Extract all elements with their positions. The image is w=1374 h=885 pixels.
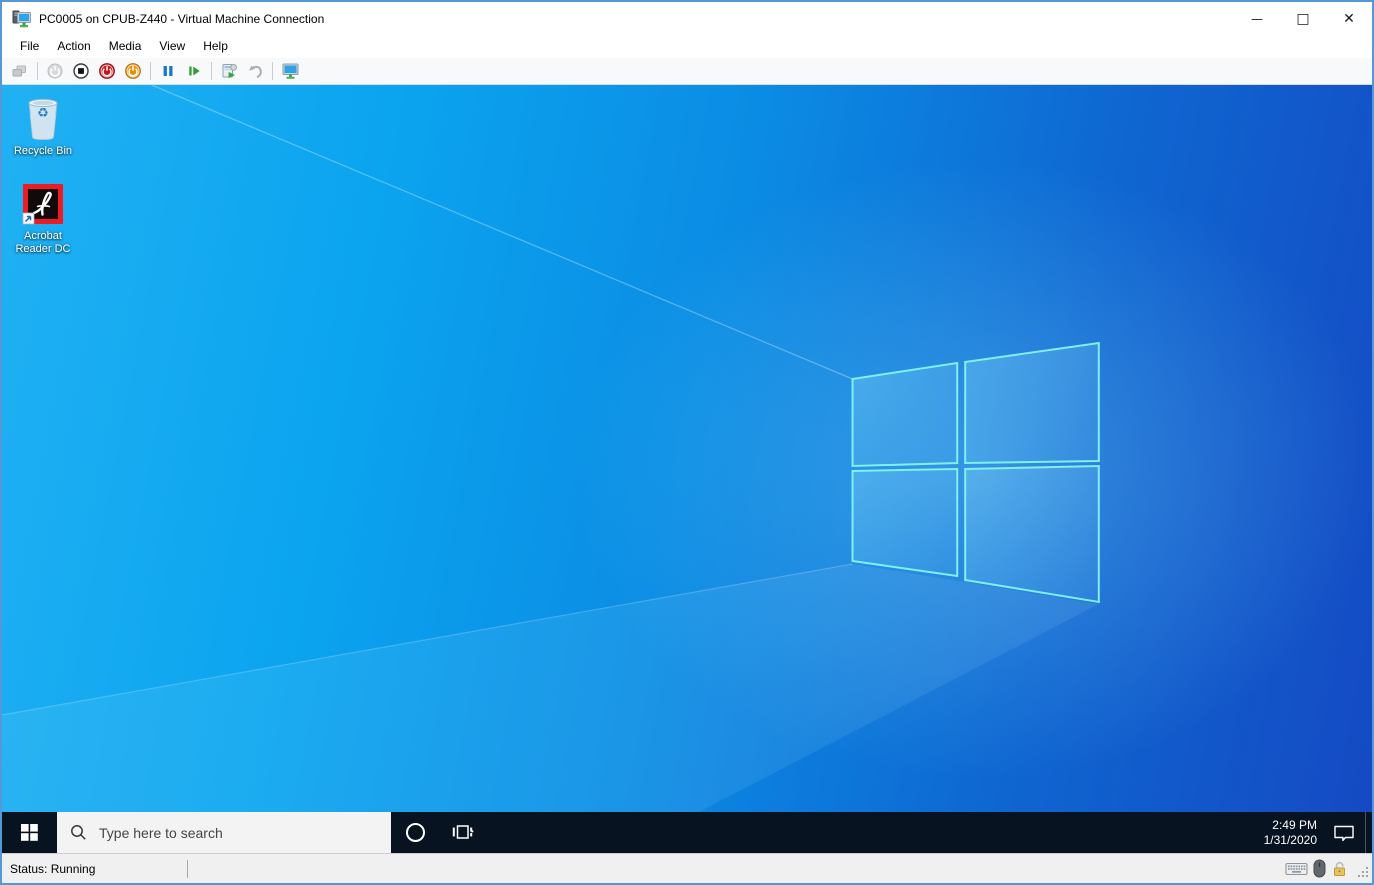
enhanced-session-monitor-icon: [282, 63, 298, 79]
desktop-icon-acrobat-reader[interactable]: Acrobat Reader DC: [10, 182, 76, 256]
checkpoint-button[interactable]: [216, 59, 242, 83]
toolbar: [2, 58, 1372, 85]
checkpoint-icon: [222, 64, 238, 78]
menu-bar: File Action Media View Help: [2, 35, 1372, 58]
pause-icon: [163, 66, 173, 76]
taskbar-empty-space: [487, 812, 1254, 853]
save-state-button[interactable]: [120, 59, 146, 83]
start-icon: [21, 824, 38, 841]
vm-desktop: ♻ Recycle Bin Acrobat Reader DC Type her…: [2, 85, 1372, 853]
taskbar-search[interactable]: [57, 812, 391, 853]
desktop-icon-label: Recycle Bin: [13, 145, 73, 157]
vm-connection-window: PC0005 on CPUB-Z440 - Virtual Machine Co…: [0, 0, 1374, 885]
show-desktop-button[interactable]: [1365, 812, 1372, 853]
reset-button[interactable]: [181, 59, 207, 83]
acrobat-reader-icon: [22, 184, 63, 225]
unlock-icon: [1331, 860, 1348, 877]
desktop-icon-label: Acrobat Reader DC: [15, 230, 71, 255]
vm-connection-icon[interactable]: [10, 9, 32, 29]
title-bar: PC0005 on CPUB-Z440 - Virtual Machine Co…: [2, 2, 1372, 35]
toolbar-separator: [150, 62, 151, 80]
maximize-button[interactable]: □: [1280, 2, 1326, 35]
light-beam: [2, 564, 1099, 853]
keyboard-keys-icon: [12, 65, 26, 77]
close-button[interactable]: ✕: [1326, 2, 1372, 35]
toolbar-separator: [272, 62, 273, 80]
status-bar-indicators: [1285, 859, 1369, 878]
cortana-icon: [405, 823, 425, 842]
minimize-button[interactable]: —: [1234, 2, 1280, 35]
menu-media[interactable]: Media: [100, 36, 151, 57]
svg-text:♻: ♻: [37, 106, 49, 121]
clock-date: 1/31/2020: [1263, 832, 1317, 847]
menu-view[interactable]: View: [150, 36, 194, 57]
search-icon: [71, 825, 86, 840]
desktop-icon-area: ♻ Recycle Bin Acrobat Reader DC: [10, 95, 76, 280]
revert-undo-icon: [249, 65, 262, 79]
shortcut-arrow-icon: [22, 212, 35, 225]
toolbar-separator: [211, 62, 212, 80]
turn-off-button[interactable]: [68, 59, 94, 83]
action-center-icon: [1334, 825, 1354, 841]
start-vm-button: [42, 59, 68, 83]
status-bar: Status: Running: [2, 853, 1372, 883]
light-ray: [151, 85, 853, 380]
vm-status-text: Status: Running: [10, 861, 96, 876]
menu-file[interactable]: File: [11, 36, 48, 57]
start-button[interactable]: [2, 812, 57, 853]
windows-wallpaper: [2, 85, 1100, 853]
ctrl-alt-delete-button: [7, 59, 33, 83]
save-power-icon: [125, 63, 141, 79]
reset-play-icon: [189, 66, 200, 76]
task-view-button[interactable]: [439, 812, 487, 853]
window-title: PC0005 on CPUB-Z440 - Virtual Machine Co…: [39, 11, 325, 26]
toolbar-separator: [37, 62, 38, 80]
status-bar-separator: [187, 859, 188, 878]
cortana-button[interactable]: [391, 812, 439, 853]
taskbar: 2:49 PM 1/31/2020: [2, 812, 1372, 853]
clock-time: 2:49 PM: [1272, 817, 1317, 832]
menu-action[interactable]: Action: [48, 36, 99, 57]
menu-help[interactable]: Help: [194, 36, 237, 57]
keyboard-icon: [1285, 861, 1308, 876]
desktop-icon-recycle-bin[interactable]: ♻ Recycle Bin: [10, 95, 76, 158]
start-power-icon: [47, 63, 63, 79]
window-controls: — □ ✕: [1234, 2, 1372, 35]
taskbar-clock[interactable]: 2:49 PM 1/31/2020: [1254, 812, 1323, 853]
pause-button[interactable]: [155, 59, 181, 83]
search-input[interactable]: [97, 823, 361, 842]
stop-icon: [73, 63, 89, 79]
task-view-icon: [452, 825, 474, 839]
mouse-icon: [1313, 859, 1326, 878]
resize-grip[interactable]: [1356, 865, 1369, 878]
action-center-button[interactable]: [1323, 812, 1365, 853]
revert-button: [242, 59, 268, 83]
shut-down-button[interactable]: [94, 59, 120, 83]
windows-logo: [851, 341, 1100, 604]
recycle-bin-icon: ♻: [28, 98, 58, 141]
shutdown-power-icon: [99, 63, 115, 79]
enhanced-session-button[interactable]: [277, 59, 303, 83]
